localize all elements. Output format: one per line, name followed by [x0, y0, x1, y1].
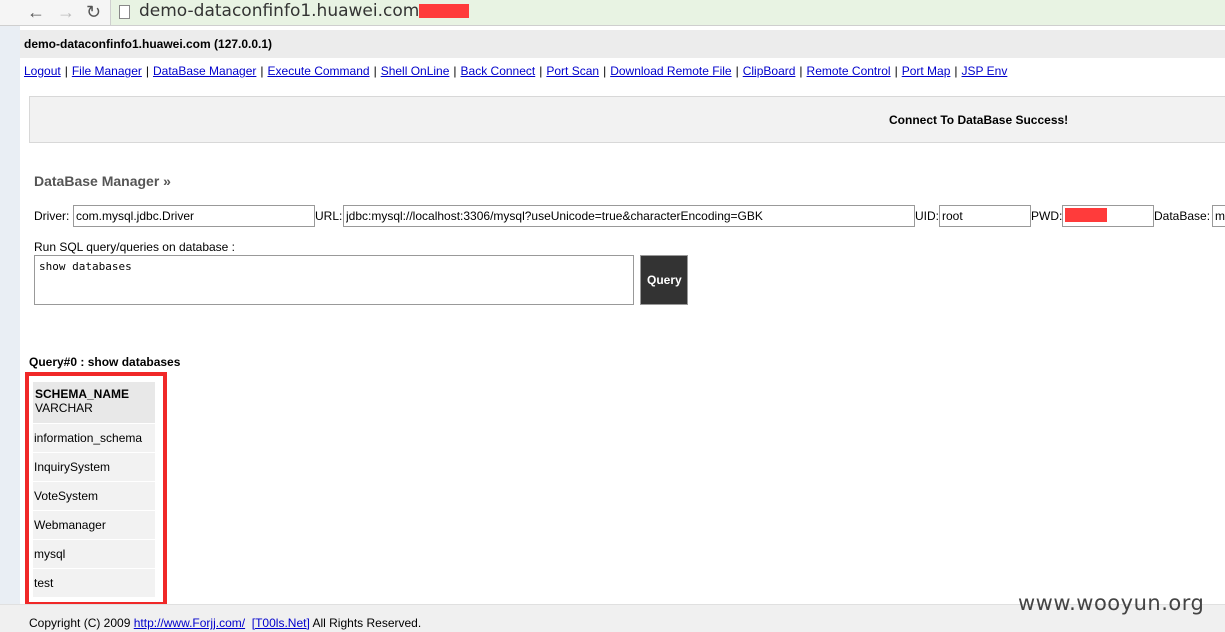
forjj-link[interactable]: http://www.Forjj.com/	[134, 616, 245, 630]
menu-separator: |	[735, 64, 739, 78]
result-table: SCHEMA_NAME VARCHAR information_schema In…	[33, 382, 155, 598]
table-header: SCHEMA_NAME VARCHAR	[33, 382, 155, 424]
run-sql-label: Run SQL query/queries on database :	[34, 240, 236, 254]
database-label: DataBase:	[1154, 209, 1211, 223]
host-bar: demo-dataconfinfo1.huawei.com (127.0.0.1…	[20, 30, 1225, 58]
table-row: InquirySystem	[33, 453, 155, 482]
t00ls-link[interactable]: [T00ls.Net]	[252, 616, 310, 630]
menu-separator: |	[894, 64, 898, 78]
reload-icon[interactable]: ↻	[86, 2, 101, 22]
left-margin	[0, 26, 20, 631]
browser-toolbar: ← → ↻ demo-dataconfinfo1.huawei.com	[0, 0, 1225, 26]
driver-label: Driver:	[34, 209, 70, 223]
menu-separator: |	[799, 64, 803, 78]
url-label: URL:	[315, 209, 343, 223]
back-arrow-icon[interactable]: ←	[27, 2, 45, 22]
menu-link-clipboard[interactable]: ClipBoard	[743, 64, 796, 78]
menu-link-port-scan[interactable]: Port Scan	[546, 64, 599, 78]
redaction-mark	[419, 4, 470, 18]
uid-input[interactable]	[939, 205, 1031, 227]
menu-link-back-connect[interactable]: Back Connect	[461, 64, 536, 78]
table-row: mysql	[33, 540, 155, 569]
url-text: demo-dataconfinfo1.huawei.com	[139, 1, 420, 21]
address-url[interactable]: demo-dataconfinfo1.huawei.com	[139, 1, 470, 21]
menu-link-shell-online[interactable]: Shell OnLine	[381, 64, 450, 78]
menu-separator: |	[539, 64, 543, 78]
menu-separator: |	[260, 64, 264, 78]
watermark: www.wooyun.org	[1018, 591, 1205, 615]
copyright-text: Copyright (C) 2009	[29, 616, 131, 630]
menu-separator: |	[453, 64, 457, 78]
footer-text: Copyright (C) 2009 http://www.Forjj.com/…	[29, 616, 421, 630]
address-bar[interactable]: demo-dataconfinfo1.huawei.com	[110, 0, 1225, 25]
menu-link-download-remote-file[interactable]: Download Remote File	[610, 64, 731, 78]
table-row: Webmanager	[33, 511, 155, 540]
menu-link-logout[interactable]: Logout	[24, 64, 61, 78]
table-row: VoteSystem	[33, 482, 155, 511]
status-message: Connect To DataBase Success!	[889, 113, 1069, 127]
menu-link-jsp-env[interactable]: JSP Env	[962, 64, 1008, 78]
table-row: information_schema	[33, 424, 155, 453]
forward-arrow-icon[interactable]: →	[57, 2, 75, 22]
pwd-label: PWD:	[1031, 209, 1063, 223]
menu-link-remote-control[interactable]: Remote Control	[807, 64, 891, 78]
main-menu: Logout | File Manager | DataBase Manager | Exe…	[24, 64, 1007, 78]
section-title: DataBase Manager »	[34, 173, 171, 189]
query-button[interactable]: Query	[640, 255, 688, 305]
menu-link-execute-command[interactable]: Execute Command	[268, 64, 370, 78]
menu-separator: |	[954, 64, 958, 78]
menu-link-port-map[interactable]: Port Map	[902, 64, 951, 78]
menu-separator: |	[64, 64, 68, 78]
menu-separator: |	[373, 64, 377, 78]
menu-link-file-manager[interactable]: File Manager	[72, 64, 142, 78]
column-type: VARCHAR	[35, 401, 93, 415]
menu-link-database-manager[interactable]: DataBase Manager	[153, 64, 256, 78]
url-input[interactable]	[343, 205, 915, 227]
database-input[interactable]	[1212, 205, 1225, 227]
redaction-mark	[1065, 208, 1107, 222]
rights-text: All Rights Reserved.	[312, 616, 422, 630]
menu-separator: |	[145, 64, 149, 78]
table-row: test	[33, 569, 155, 598]
uid-label: UID:	[915, 209, 939, 223]
column-name: SCHEMA_NAME	[35, 387, 130, 401]
host-label: demo-dataconfinfo1.huawei.com (127.0.0.1…	[24, 37, 273, 51]
driver-input[interactable]	[73, 205, 315, 227]
page-icon	[119, 5, 130, 19]
query-result-title: Query#0 : show databases	[29, 355, 181, 369]
sql-textarea[interactable]: show databases	[34, 255, 634, 305]
menu-separator: |	[603, 64, 607, 78]
message-box: Connect To DataBase Success!	[29, 96, 1225, 143]
